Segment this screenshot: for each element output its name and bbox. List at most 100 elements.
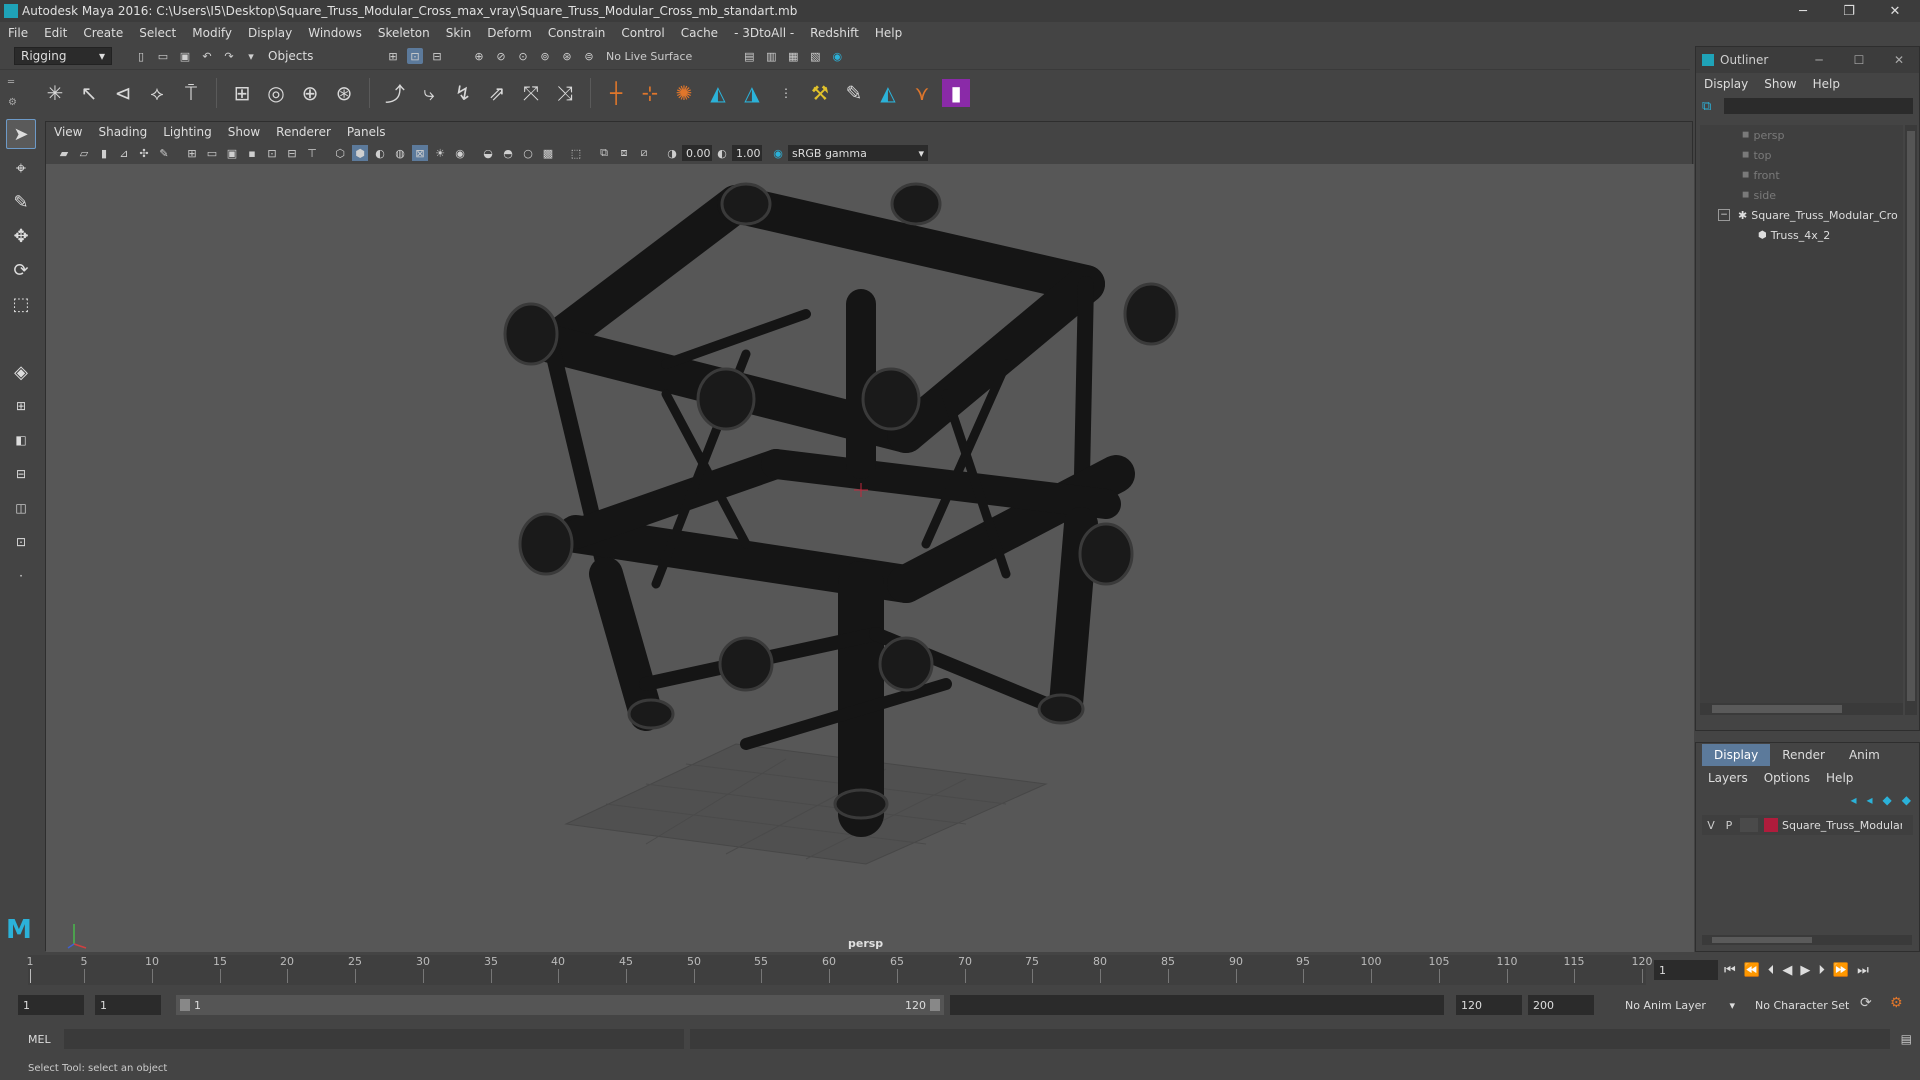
menu-3dtoall[interactable]: - 3DtoAll -: [726, 26, 802, 40]
screen-space-ao-icon[interactable]: ◉: [452, 145, 468, 161]
layer-name[interactable]: Square_Truss_Modular: [1782, 819, 1902, 832]
grease-pencil-icon[interactable]: ✎: [156, 145, 172, 161]
scrollbar-thumb[interactable]: [1712, 705, 1842, 713]
scale-tool-icon[interactable]: ⬚: [6, 289, 36, 319]
outliner-h-scrollbar[interactable]: [1700, 703, 1903, 715]
motion-blur-icon[interactable]: ◒: [480, 145, 496, 161]
layer-playback-toggle[interactable]: P: [1720, 819, 1738, 832]
scrollbar-thumb[interactable]: [1907, 131, 1915, 701]
mirror-weights-icon[interactable]: ⇗: [483, 79, 511, 107]
filter-icon[interactable]: ⧉: [1702, 99, 1720, 114]
scale-constraint-icon[interactable]: ◮: [738, 79, 766, 107]
move-layer-up-icon[interactable]: ◂: [1850, 793, 1856, 807]
film-gate-icon[interactable]: ▭: [204, 145, 220, 161]
joint-tool-icon[interactable]: ✳: [41, 79, 69, 107]
point-constraint-icon[interactable]: ⊹: [636, 79, 664, 107]
backface-culling-icon[interactable]: ⧄: [636, 145, 652, 161]
locator-icon[interactable]: ┼: [602, 79, 630, 107]
outliner-item-front[interactable]: ◼ front: [1700, 165, 1903, 185]
smooth-bind-icon[interactable]: ⤷: [415, 79, 443, 107]
snap-surface-icon[interactable]: ⊛: [559, 48, 575, 64]
open-scene-icon[interactable]: ▭: [155, 48, 171, 64]
bind-skin-icon[interactable]: ⤴: [381, 79, 409, 107]
step-forward-key-icon[interactable]: ⏩: [1833, 963, 1849, 978]
panel-menu-lighting[interactable]: Lighting: [155, 125, 220, 139]
minimize-button[interactable]: ─: [1780, 0, 1826, 22]
layer-menu-options[interactable]: Options: [1756, 771, 1818, 785]
play-forward-icon[interactable]: ▶: [1800, 963, 1810, 978]
script-editor-icon[interactable]: ▤: [1901, 1032, 1912, 1046]
paint-tool-icon[interactable]: ✎: [840, 79, 868, 107]
outliner-search-input[interactable]: [1724, 98, 1913, 114]
menu-redshift[interactable]: Redshift: [802, 26, 867, 40]
layer-h-scrollbar[interactable]: [1702, 935, 1912, 945]
menu-constrain[interactable]: Constrain: [540, 26, 614, 40]
auto-key-icon[interactable]: ⟳: [1860, 995, 1872, 1011]
shadows-icon[interactable]: ☀: [432, 145, 448, 161]
scrollbar-thumb[interactable]: [1712, 937, 1812, 943]
snap-grid-icon[interactable]: ⊕: [471, 48, 487, 64]
depth-of-field-icon[interactable]: ○: [520, 145, 536, 161]
image-plane-icon[interactable]: ⊿: [116, 145, 132, 161]
play-backward-icon[interactable]: ◀: [1782, 963, 1792, 978]
bookmark-icon[interactable]: ▮: [96, 145, 112, 161]
parent-constraint-icon[interactable]: ⋮: [772, 79, 800, 107]
snap-curve-icon[interactable]: ⊘: [493, 48, 509, 64]
live-surface-label[interactable]: No Live Surface: [606, 50, 692, 63]
collapse-icon[interactable]: −: [1718, 209, 1730, 221]
new-layer-selected-icon[interactable]: ◆: [1902, 793, 1911, 807]
make-live-icon[interactable]: ⊜: [581, 48, 597, 64]
panel-menu-shading[interactable]: Shading: [90, 125, 155, 139]
menu-edit[interactable]: Edit: [36, 26, 75, 40]
menu-create[interactable]: Create: [75, 26, 131, 40]
mirror-joint-icon[interactable]: ⍑: [177, 79, 205, 107]
restore-button[interactable]: ❐: [1826, 0, 1872, 22]
menu-display[interactable]: Display: [240, 26, 300, 40]
render-view-icon[interactable]: ▧: [807, 48, 823, 64]
multisample-aa-icon[interactable]: ◓: [500, 145, 516, 161]
field-chart-icon[interactable]: ⊡: [264, 145, 280, 161]
snap-view-icon[interactable]: ⊚: [537, 48, 553, 64]
ipr-render-icon[interactable]: ▦: [785, 48, 801, 64]
end-time-field[interactable]: 200: [1528, 995, 1594, 1015]
menu-deform[interactable]: Deform: [479, 26, 540, 40]
exposure-icon[interactable]: ◑: [664, 145, 680, 161]
shelf-options-icon[interactable]: ═ ⚙: [8, 73, 26, 113]
menu-cache[interactable]: Cache: [673, 26, 726, 40]
paint-select-icon[interactable]: ✎: [6, 187, 36, 217]
select-hierarchy-icon[interactable]: ⊞: [385, 48, 401, 64]
orient-constraint-icon[interactable]: ◭: [704, 79, 732, 107]
outliner-item-side[interactable]: ◼ side: [1700, 185, 1903, 205]
current-frame-field[interactable]: 1: [1654, 960, 1718, 980]
gamma-field[interactable]: 1.00: [732, 145, 762, 161]
move-tool-icon[interactable]: ✥: [6, 221, 36, 251]
menu-modify[interactable]: Modify: [184, 26, 240, 40]
ik-handle-icon[interactable]: ↖: [75, 79, 103, 107]
persp-outliner-layout-icon[interactable]: ◧: [6, 425, 36, 455]
four-view-layout-icon[interactable]: ⊞: [6, 391, 36, 421]
render-frame-icon[interactable]: ▥: [763, 48, 779, 64]
wireframe-on-shaded-icon[interactable]: ◐: [372, 145, 388, 161]
textured-icon[interactable]: ◍: [392, 145, 408, 161]
safe-action-icon[interactable]: ⊟: [284, 145, 300, 161]
new-layer-icon[interactable]: ◆: [1883, 793, 1892, 807]
playback-end-field[interactable]: 120: [1456, 995, 1522, 1015]
preferences-icon[interactable]: ⚙: [1890, 995, 1903, 1011]
select-object-icon[interactable]: ⊡: [407, 48, 423, 64]
color-management-icon[interactable]: ◉: [770, 145, 786, 161]
select-tool-icon[interactable]: ➤: [6, 119, 36, 149]
step-back-frame-icon[interactable]: ⏴: [1768, 963, 1775, 978]
blend-shape-icon[interactable]: ⚒: [806, 79, 834, 107]
menuset-dropdown[interactable]: Rigging ▾: [14, 47, 112, 65]
step-forward-frame-icon[interactable]: ⏵: [1818, 963, 1825, 978]
close-icon[interactable]: ✕: [1879, 53, 1919, 67]
two-d-pan-icon[interactable]: ✣: [136, 145, 152, 161]
collapse-layouts-icon[interactable]: ·: [6, 561, 36, 591]
outliner-item-persp[interactable]: ◼ persp: [1700, 125, 1903, 145]
menu-select[interactable]: Select: [131, 26, 184, 40]
close-button[interactable]: ✕: [1872, 0, 1918, 22]
outliner-menu-show[interactable]: Show: [1756, 77, 1804, 91]
copy-weights-icon[interactable]: ⤧: [517, 79, 545, 107]
outliner-v-scrollbar[interactable]: [1905, 125, 1917, 715]
panel-menu-view[interactable]: View: [46, 125, 90, 139]
